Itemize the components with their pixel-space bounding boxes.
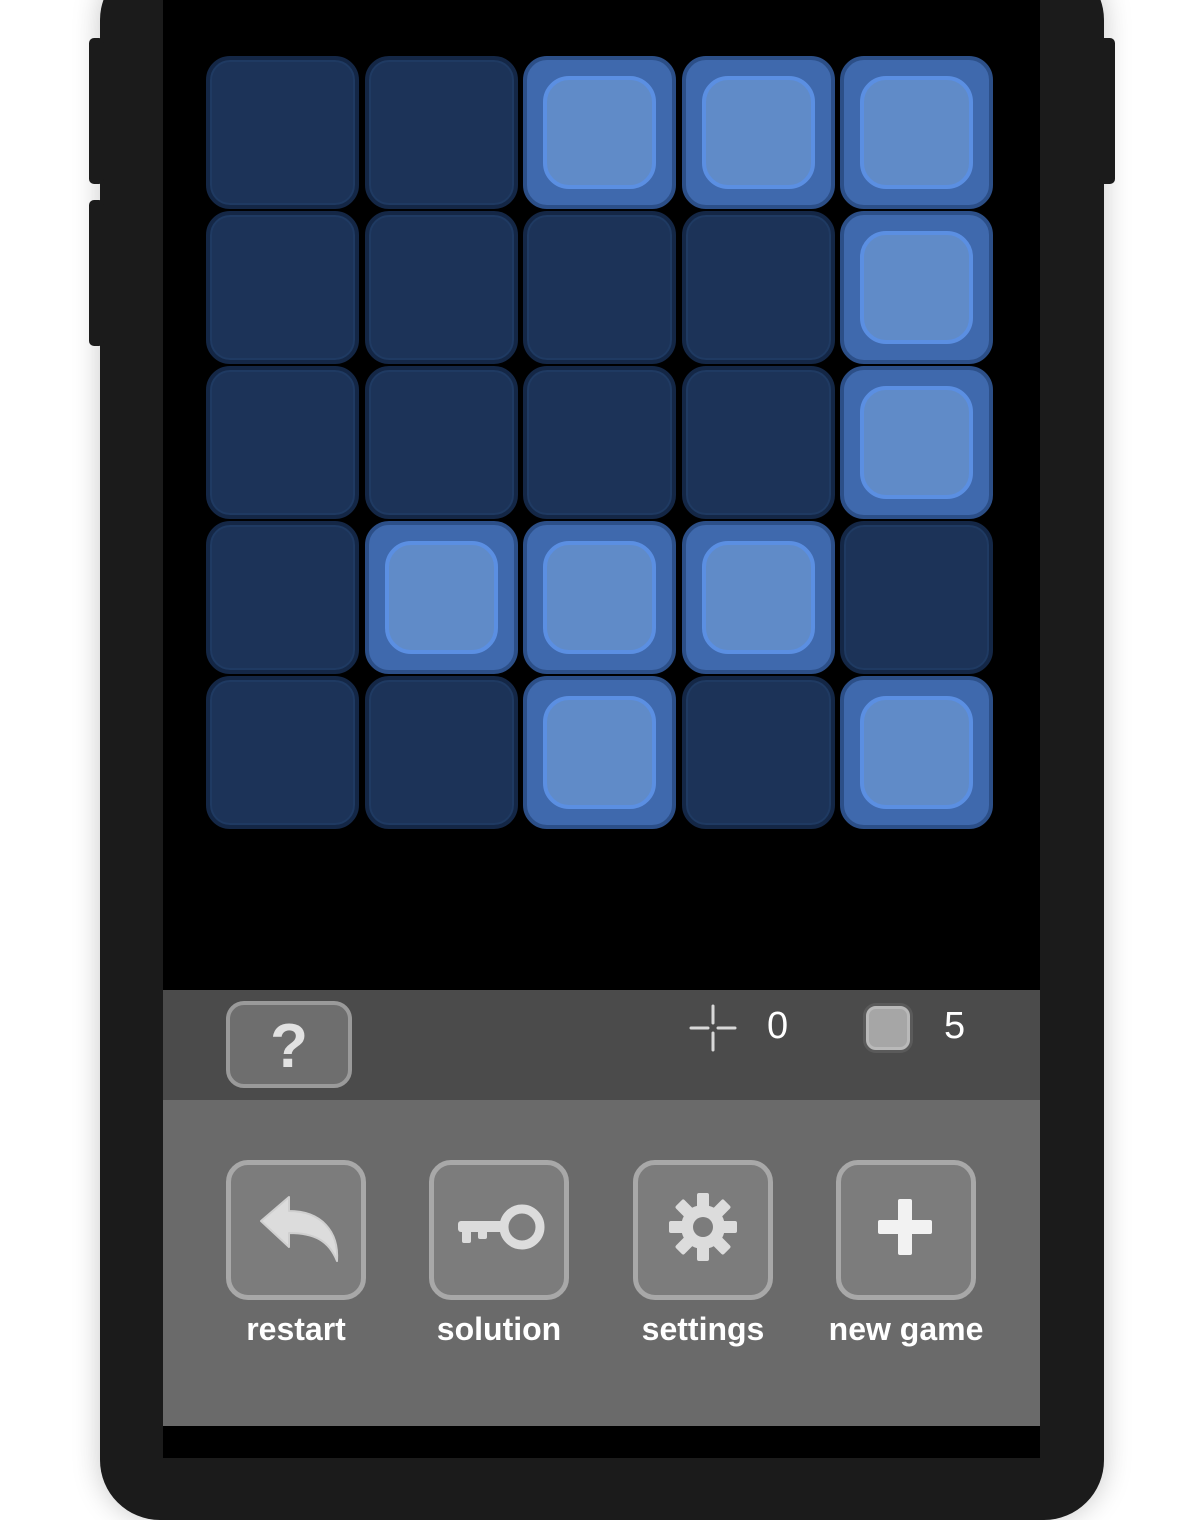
- power-hardware-button: [1099, 38, 1115, 184]
- board-cell-r2-c3-unlit[interactable]: [523, 211, 676, 364]
- lit-cell-highlight: [860, 696, 973, 809]
- board-cell-r4-c5-unlit[interactable]: [840, 521, 993, 674]
- settings-label: settings: [641, 1311, 765, 1347]
- board-cell-r2-c2-unlit[interactable]: [365, 211, 518, 364]
- board-cell-r4-c2-lit[interactable]: [365, 521, 518, 674]
- board-cell-r4-c1-unlit[interactable]: [206, 521, 359, 674]
- new-game-tool: new game: [816, 1160, 996, 1346]
- lit-cell-highlight: [385, 541, 498, 654]
- help-button[interactable]: ?: [226, 1001, 352, 1088]
- board-cell-r5-c5-lit[interactable]: [840, 676, 993, 829]
- lit-cell-highlight: [543, 76, 656, 189]
- volume-up-hardware-button: [89, 38, 104, 184]
- board-cell-r1-c1-unlit[interactable]: [206, 56, 359, 209]
- lit-cell-highlight: [860, 76, 973, 189]
- status-bar: ? 0 5: [163, 990, 1040, 1100]
- screen-bottom-edge: [163, 1426, 1040, 1458]
- game-screen: ? 0 5 restart solution settings new game: [163, 0, 1040, 1458]
- key-icon: [458, 1204, 545, 1250]
- board-cell-r1-c4-lit[interactable]: [682, 56, 835, 209]
- board-cell-r5-c4-unlit[interactable]: [682, 676, 835, 829]
- lit-cell-highlight: [702, 76, 815, 189]
- board-cell-r3-c1-unlit[interactable]: [206, 366, 359, 519]
- lights-remaining-count: 5: [944, 1005, 966, 1047]
- board-cell-r5-c1-unlit[interactable]: [206, 676, 359, 829]
- board-cell-r1-c2-unlit[interactable]: [365, 56, 518, 209]
- lit-cell-highlight: [860, 386, 973, 499]
- board-cell-r3-c3-unlit[interactable]: [523, 366, 676, 519]
- board-cell-r1-c5-lit[interactable]: [840, 56, 993, 209]
- new-game-button[interactable]: [836, 1160, 976, 1300]
- solution-tool: solution: [409, 1160, 589, 1346]
- settings-tool: settings: [613, 1160, 793, 1346]
- gear-icon: [669, 1193, 737, 1261]
- board-cell-r1-c3-lit[interactable]: [523, 56, 676, 209]
- board-cell-r3-c2-unlit[interactable]: [365, 366, 518, 519]
- board-cell-r4-c4-lit[interactable]: [682, 521, 835, 674]
- undo-arrow-icon: [260, 1196, 339, 1262]
- game-board: [206, 56, 998, 831]
- board-cell-r3-c4-unlit[interactable]: [682, 366, 835, 519]
- settings-button[interactable]: [633, 1160, 773, 1300]
- light-square-icon: [866, 1006, 910, 1050]
- board-cell-r5-c2-unlit[interactable]: [365, 676, 518, 829]
- board-cell-r2-c5-lit[interactable]: [840, 211, 993, 364]
- board-cell-r2-c1-unlit[interactable]: [206, 211, 359, 364]
- solution-label: solution: [436, 1311, 562, 1347]
- lit-cell-highlight: [702, 541, 815, 654]
- board-cell-r4-c3-lit[interactable]: [523, 521, 676, 674]
- board-cell-r3-c5-lit[interactable]: [840, 366, 993, 519]
- bottom-toolbar: restart solution settings new game: [163, 1100, 1040, 1426]
- moves-count: 0: [767, 1005, 789, 1047]
- crosshair-icon: [689, 1004, 737, 1052]
- plus-icon: [878, 1199, 932, 1255]
- restart-button[interactable]: [226, 1160, 366, 1300]
- restart-label: restart: [246, 1311, 346, 1347]
- restart-tool: restart: [206, 1160, 386, 1346]
- new-game-label: new game: [828, 1311, 984, 1347]
- board-cell-r5-c3-lit[interactable]: [523, 676, 676, 829]
- lit-cell-highlight: [543, 541, 656, 654]
- volume-down-hardware-button: [89, 200, 104, 346]
- board-cell-r2-c4-unlit[interactable]: [682, 211, 835, 364]
- lit-cell-highlight: [860, 231, 973, 344]
- lit-cell-highlight: [543, 696, 656, 809]
- solution-button[interactable]: [429, 1160, 569, 1300]
